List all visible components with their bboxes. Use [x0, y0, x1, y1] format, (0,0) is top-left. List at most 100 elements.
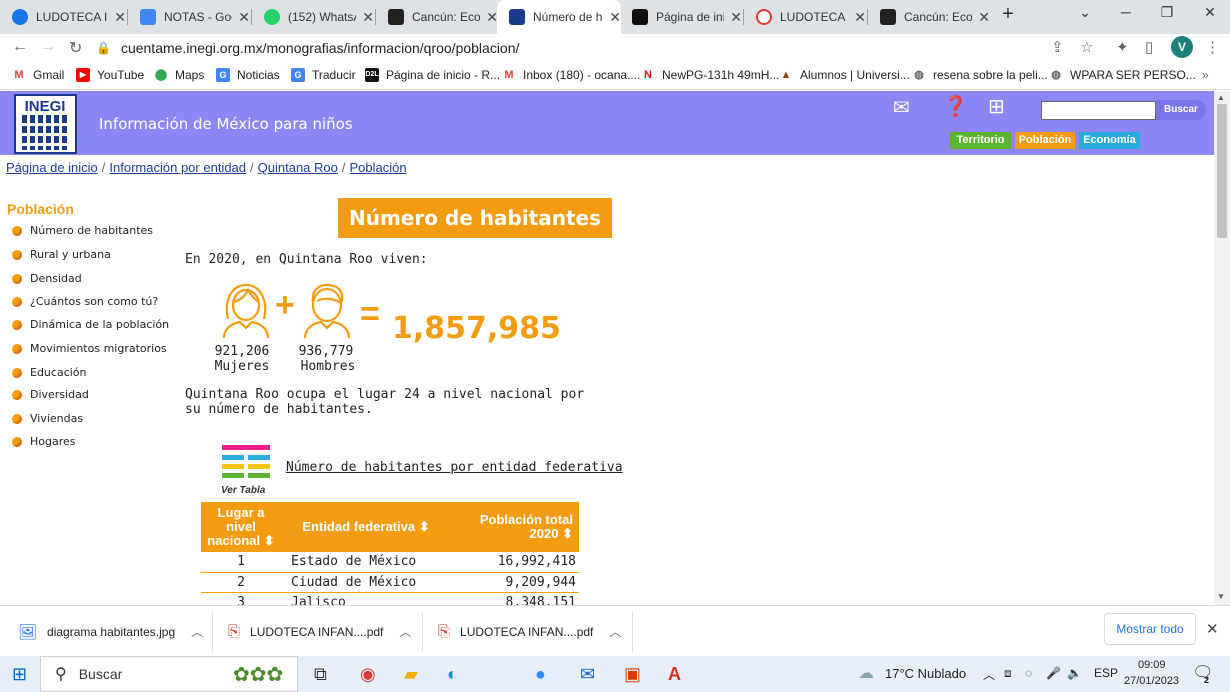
scrollbar-thumb[interactable]	[1217, 104, 1227, 238]
breadcrumb-quintana-roo[interactable]: Quintana Roo	[258, 160, 338, 175]
bookmark-translate[interactable]: G Traducir	[291, 68, 356, 82]
site-search-input[interactable]	[1041, 101, 1156, 120]
close-icon[interactable]: ✕	[730, 9, 742, 26]
window-close-icon[interactable]: ✕	[1195, 4, 1225, 21]
side-panel-icon[interactable]: ▯	[1145, 38, 1153, 56]
clock-date[interactable]: 27/01/2023	[1124, 675, 1179, 687]
notification-icon[interactable]: 🗨	[1192, 663, 1214, 683]
download-item-1[interactable]: 🖼 diagrama habitantes.jpg ︿	[18, 606, 203, 657]
mail-app-icon[interactable]: ✉	[580, 664, 595, 685]
tray-app-icon[interactable]: ⧈	[1004, 666, 1012, 681]
tab-1[interactable]: LUDOTECA IN ✕	[0, 0, 126, 34]
office-icon[interactable]: ▣	[624, 664, 641, 685]
bookmark-inbox[interactable]: M Inbox (180) - ocana....	[502, 68, 640, 82]
sidebar-item-densidad[interactable]: Densidad	[12, 272, 82, 285]
forward-icon[interactable]: →	[40, 38, 56, 56]
microphone-icon[interactable]: 🎤	[1046, 666, 1061, 680]
minimize-icon[interactable]: ─	[1111, 4, 1141, 20]
sidebar-item-viviendas[interactable]: Viviendas	[12, 412, 83, 425]
sitemap-icon[interactable]: ⊞	[988, 94, 1005, 119]
new-tab-button[interactable]: +	[993, 3, 1023, 26]
restore-icon[interactable]: ❐	[1152, 4, 1182, 21]
close-icon[interactable]: ✕	[854, 9, 866, 26]
zoom-icon[interactable]: ●	[535, 664, 546, 685]
mail-icon[interactable]: ✉	[893, 95, 910, 120]
nav-poblacion[interactable]: Población	[1015, 132, 1075, 149]
tab-2[interactable]: NOTAS - Goo ✕	[128, 0, 250, 34]
bookmark-wpara[interactable]: ◍ WPARA SER PERSO...	[1049, 68, 1196, 82]
edge-icon[interactable]: ◐	[447, 664, 458, 685]
close-downloads-icon[interactable]: ✕	[1206, 620, 1219, 638]
sidebar-item-hogares[interactable]: Hogares	[12, 435, 76, 448]
download-item-3[interactable]: ⎘ LUDOTECA INFAN....pdf ︿	[438, 606, 621, 657]
breadcrumb-entidad[interactable]: Información por entidad	[109, 160, 246, 175]
inegi-logo[interactable]: INEGI	[14, 94, 77, 154]
share-icon[interactable]: ⇪	[1051, 38, 1064, 56]
sidebar-item-migratorios[interactable]: Movimientos migratorios	[12, 342, 167, 355]
show-all-button[interactable]: Mostrar todo	[1104, 613, 1196, 645]
close-icon[interactable]: ✕	[362, 9, 374, 26]
bookmark-netflix[interactable]: N NewPG-131h 49mH...	[641, 68, 779, 82]
close-icon[interactable]: ✕	[114, 9, 126, 26]
chevron-up-icon[interactable]: ︿	[609, 623, 621, 640]
tab-3[interactable]: (152) WhatsA ✕	[252, 0, 374, 34]
tab-search-icon[interactable]: ⌄	[1070, 4, 1100, 21]
bookmark-star-icon[interactable]: ☆	[1080, 38, 1093, 56]
table-icon[interactable]	[222, 443, 270, 483]
windows-start-icon[interactable]: ⊞	[12, 664, 27, 685]
column-header-entidad[interactable]: Entidad federativa ⬍	[281, 502, 451, 552]
network-icon[interactable]: ◌	[1025, 666, 1032, 680]
nav-territorio[interactable]: Territorio	[950, 132, 1011, 149]
bookmark-maps[interactable]: ⬤ Maps	[154, 68, 205, 82]
file-explorer-icon[interactable]: ▰	[404, 664, 418, 685]
tab-8[interactable]: Cancún: Econ ✕	[868, 0, 990, 34]
help-icon[interactable]: ❓	[943, 94, 968, 119]
back-icon[interactable]: ←	[12, 38, 28, 56]
avatar[interactable]: V	[1171, 36, 1193, 58]
scroll-down-icon[interactable]: ▼	[1217, 592, 1225, 601]
bookmark-youtube[interactable]: ▶ YouTube	[76, 68, 144, 82]
sidebar-item-educacion[interactable]: Educación	[12, 366, 87, 379]
bookmark-news[interactable]: G Noticias	[216, 68, 280, 82]
breadcrumb-poblacion[interactable]: Población	[350, 160, 407, 175]
sidebar-item-cuantos[interactable]: ¿Cuántos son como tú?	[12, 295, 158, 308]
reload-icon[interactable]: ↻	[69, 38, 82, 58]
acrobat-icon[interactable]: A	[668, 664, 681, 685]
extensions-icon[interactable]: ✦	[1116, 38, 1129, 56]
bookmark-d2l[interactable]: D2L Página de inicio - R...	[365, 68, 500, 82]
sidebar-item-diversidad[interactable]: Diversidad	[12, 388, 89, 401]
clock-time[interactable]: 09:09	[1138, 659, 1166, 671]
tab-5-active[interactable]: Número de h ✕	[497, 0, 621, 34]
download-item-2[interactable]: ⎘ LUDOTECA INFAN....pdf ︿	[228, 606, 411, 657]
close-icon[interactable]: ✕	[978, 9, 990, 26]
ver-tabla-label[interactable]: Ver Tabla	[221, 485, 265, 496]
sidebar-item-rural-urbana[interactable]: Rural y urbana	[12, 248, 111, 261]
chevron-up-icon[interactable]: ︿	[983, 666, 995, 683]
sidebar-item-numero-habitantes[interactable]: Número de habitantes	[12, 224, 153, 237]
chrome-icon[interactable]: ◉	[360, 664, 376, 685]
sidebar-item-dinamica[interactable]: Dinámica de la población	[12, 318, 169, 331]
more-bookmarks-icon[interactable]: »	[1202, 68, 1209, 82]
weather-icon[interactable]: ☁	[858, 663, 874, 683]
tab-4[interactable]: Cancún: Econ ✕	[376, 0, 498, 34]
tab-6[interactable]: Página de inic ✕	[620, 0, 742, 34]
volume-icon[interactable]: 🔈	[1067, 666, 1082, 680]
bookmark-alumnos[interactable]: ▲ Alumnos | Universi...	[779, 68, 910, 82]
scroll-up-icon[interactable]: ▲	[1217, 93, 1225, 102]
search-button[interactable]: Buscar	[1156, 100, 1206, 120]
tab-7[interactable]: LUDOTECA IN ✕	[744, 0, 866, 34]
task-view-icon[interactable]: ⧉	[314, 664, 327, 685]
bookmark-gmail[interactable]: M Gmail	[12, 68, 64, 82]
nav-economia[interactable]: Economía	[1079, 132, 1140, 149]
close-icon[interactable]: ✕	[238, 9, 250, 26]
column-header-lugar[interactable]: Lugar a nivel nacional ⬍	[201, 502, 281, 552]
table-link[interactable]: Número de habitantes por entidad federat…	[286, 460, 623, 475]
address-bar[interactable]: 🔒 cuentame.inegi.org.mx/monografias/info…	[96, 36, 1096, 60]
chevron-up-icon[interactable]: ︿	[399, 623, 411, 640]
breadcrumb-home[interactable]: Página de inicio	[6, 160, 98, 175]
menu-icon[interactable]: ⋮	[1205, 38, 1220, 56]
bookmark-resena[interactable]: ◍ resena sobre la peli...	[912, 68, 1048, 82]
column-header-poblacion[interactable]: Población total 2020 ⬍	[451, 502, 579, 552]
taskbar-search[interactable]: ⚲ Buscar ✿✿✿	[40, 656, 298, 692]
weather-text[interactable]: 17°C Nublado	[885, 666, 966, 681]
